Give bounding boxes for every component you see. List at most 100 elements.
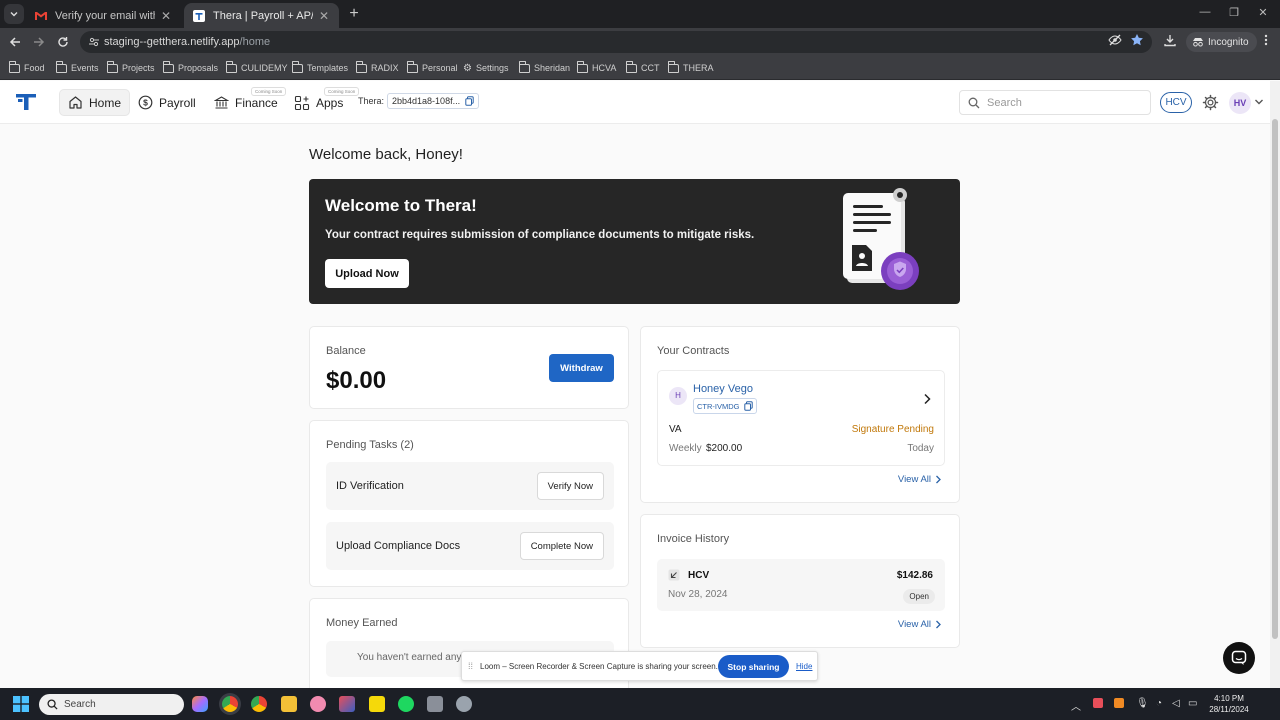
wifi-icon[interactable]: ◔	[1156, 698, 1162, 709]
bookmark-personal[interactable]: Personal	[406, 61, 458, 75]
verify-now-button[interactable]: Verify Now	[536, 472, 604, 500]
pending-tasks-card: Pending Tasks (2) ID Verification Verify…	[309, 420, 629, 587]
nav-home[interactable]: Home	[59, 89, 131, 116]
bookmark-label: THERA	[683, 63, 714, 73]
spotify-icon[interactable]	[398, 696, 414, 712]
bookmark-hcva[interactable]: HCVA	[576, 61, 616, 75]
restore-window-button[interactable]: ❐	[1227, 6, 1241, 19]
microphone-icon[interactable]: 🎙	[1136, 698, 1149, 709]
invoices-view-all-link[interactable]: View All	[898, 619, 941, 630]
sticky-notes-icon[interactable]	[369, 696, 385, 712]
contracts-card: Your Contracts H Honey Vego CTR-IVMDG VA…	[640, 326, 960, 503]
loom-sharing-message: Loom – Screen Recorder & Screen Capture …	[480, 662, 718, 671]
windows-start-icon[interactable]	[13, 696, 29, 712]
nav-home-label: Home	[89, 95, 122, 110]
upload-now-button[interactable]: Upload Now	[325, 259, 409, 288]
bookmark-radix[interactable]: RADIX	[355, 61, 399, 75]
app-icon[interactable]	[339, 696, 355, 712]
nav-payroll[interactable]: $ Payroll	[130, 89, 204, 116]
browser-menu-icon[interactable]	[1259, 33, 1273, 47]
settings-app-icon[interactable]	[456, 696, 472, 712]
contract-code-chip[interactable]: CTR-IVMDG	[693, 398, 757, 414]
close-tab-icon[interactable]: ✕	[159, 9, 173, 23]
back-button[interactable]	[6, 33, 24, 51]
chrome-icon[interactable]	[222, 696, 238, 712]
page-scrollbar[interactable]	[1270, 81, 1280, 688]
file-explorer-icon[interactable]	[281, 696, 297, 712]
taskbar-search-input[interactable]: Search	[39, 694, 184, 715]
browser-tab-gmail[interactable]: Verify your email with Thera - H ✕	[26, 3, 181, 28]
battery-icon[interactable]: ▭	[1188, 698, 1197, 709]
bookmark-settings[interactable]: ⚙ Settings	[463, 61, 509, 75]
bookmark-food[interactable]: Food	[8, 61, 45, 75]
close-window-button[interactable]: ✕	[1256, 6, 1270, 19]
money-earned-title: Money Earned	[326, 617, 398, 629]
bookmark-thera[interactable]: THERA	[667, 61, 714, 75]
chat-button[interactable]	[1223, 642, 1255, 674]
minimize-window-button[interactable]: —	[1198, 6, 1212, 18]
bookmarks-bar: Food Events Projects Proposals CULIDEMY …	[0, 56, 1280, 80]
bookmark-cct[interactable]: CCT	[625, 61, 660, 75]
banner-message: Your contract requires submission of com…	[325, 229, 755, 241]
hide-link[interactable]: Hide	[796, 662, 812, 671]
withdraw-button[interactable]: Withdraw	[549, 354, 614, 382]
user-avatar[interactable]: HV	[1229, 92, 1251, 114]
bookmark-star-icon[interactable]	[1130, 33, 1144, 47]
system-clock[interactable]: 4:10 PM 28/11/2024	[1206, 693, 1252, 715]
tray-app-icon[interactable]	[1114, 698, 1124, 708]
chevron-right-icon	[936, 620, 941, 629]
drag-handle-icon[interactable]: ⁞⁞	[468, 661, 473, 671]
bookmark-sheridan[interactable]: Sheridan	[518, 61, 570, 75]
volume-icon[interactable]: ◁	[1172, 698, 1180, 709]
contract-item[interactable]: H Honey Vego CTR-IVMDG VA Signature Pend…	[657, 370, 945, 466]
thera-logo[interactable]	[16, 94, 36, 110]
calculator-icon[interactable]	[427, 696, 443, 712]
bookmark-culidemy[interactable]: CULIDEMY	[225, 61, 288, 75]
new-tab-button[interactable]: +	[345, 5, 363, 23]
eye-off-icon[interactable]	[1108, 33, 1122, 47]
org-switcher[interactable]: HCV	[1160, 92, 1192, 113]
site-info-icon[interactable]	[88, 36, 100, 48]
nav-payroll-label: Payroll	[159, 95, 196, 110]
reload-button[interactable]	[54, 33, 72, 51]
user-menu-chevron[interactable]	[1254, 98, 1264, 106]
bank-icon	[214, 96, 229, 109]
browser-tab-thera[interactable]: Thera | Payroll + AP/AR for Glob ✕	[184, 3, 339, 28]
download-icon[interactable]	[1163, 33, 1177, 47]
nav-apps[interactable]: Coming Soon Apps	[286, 87, 360, 116]
folder-icon	[55, 61, 67, 73]
settings-button[interactable]	[1202, 94, 1219, 111]
copy-icon[interactable]	[465, 96, 474, 106]
copilot-icon[interactable]	[192, 696, 208, 712]
tray-app-icon[interactable]	[1093, 698, 1103, 708]
tab-search-button[interactable]	[4, 4, 24, 24]
chevron-up-icon[interactable]: ︿	[1071, 698, 1081, 713]
bookmark-templates[interactable]: Templates	[291, 61, 348, 75]
bookmark-projects[interactable]: Projects	[106, 61, 155, 75]
thera-id-chip[interactable]: 2bb4d1a8-108f...	[387, 93, 480, 109]
chrome-profile-icon[interactable]	[251, 696, 267, 712]
incognito-indicator[interactable]: Incognito	[1186, 32, 1257, 52]
chevron-right-icon[interactable]	[923, 393, 931, 405]
welcome-banner: Welcome to Thera! Your contract requires…	[309, 179, 960, 304]
contract-amount: $200.00	[706, 443, 743, 454]
search-input[interactable]: Search	[959, 90, 1151, 115]
invoice-item[interactable]: HCV $142.86 Nov 28, 2024 Open	[657, 559, 945, 611]
invoice-date: Nov 28, 2024	[668, 589, 728, 600]
nav-finance[interactable]: Coming Soon Finance	[206, 87, 287, 116]
forward-button[interactable]	[30, 33, 48, 51]
scrollbar-thumb[interactable]	[1272, 119, 1278, 639]
bookmark-label: CULIDEMY	[241, 63, 288, 73]
stop-sharing-button[interactable]: Stop sharing	[718, 655, 789, 678]
app-icon[interactable]	[310, 696, 326, 712]
folder-icon	[667, 61, 679, 73]
close-tab-icon[interactable]: ✕	[317, 9, 331, 23]
bookmark-events[interactable]: Events	[55, 61, 99, 75]
bookmark-proposals[interactable]: Proposals	[162, 61, 218, 75]
complete-now-button[interactable]: Complete Now	[519, 532, 604, 560]
bookmark-label: Personal	[422, 63, 458, 73]
contract-name[interactable]: Honey Vego	[693, 383, 753, 395]
contracts-view-all-link[interactable]: View All	[898, 474, 941, 485]
address-bar[interactable]: staging--getthera.netlify.app/home	[80, 31, 1152, 53]
copy-icon[interactable]	[743, 401, 753, 411]
